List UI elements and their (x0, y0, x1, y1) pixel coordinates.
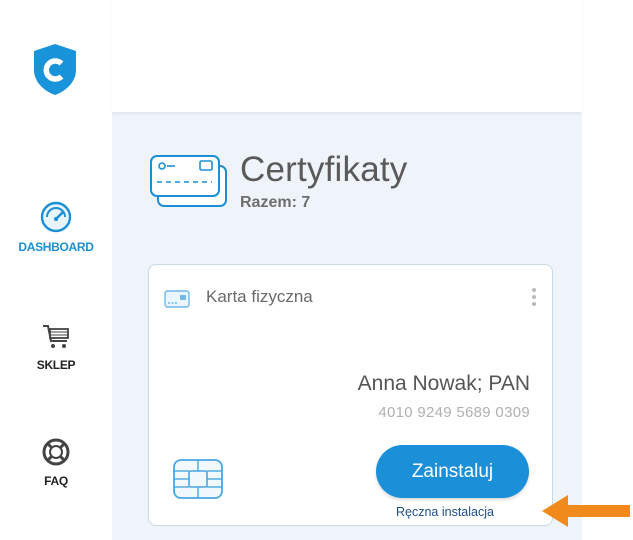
page-title: Certyfikaty (240, 150, 408, 189)
lifebuoy-icon (42, 438, 70, 466)
sidebar-item-label: SKLEP (36, 358, 76, 372)
card-icon (164, 290, 190, 308)
shopping-cart-icon (43, 325, 69, 348)
certificate-cards-icon (150, 155, 227, 207)
chip-icon (173, 459, 223, 499)
sidebar-item-label: DASHBOARD (18, 240, 94, 254)
sidebar-item-sklep[interactable]: SKLEP (0, 320, 112, 372)
card-type-label: Karta fizyczna (206, 287, 313, 306)
top-bar (112, 0, 582, 112)
arrow-left-icon (542, 495, 630, 527)
card-menu-button[interactable] (530, 288, 538, 314)
sidebar-item-label: FAQ (44, 474, 68, 488)
certificate-count: Razem: 7 (240, 194, 311, 211)
sidebar-item-dashboard[interactable]: DASHBOARD (0, 200, 112, 254)
card-number: 4010 9249 5689 0309 (378, 404, 530, 421)
install-button[interactable]: Zainstaluj (376, 445, 529, 498)
speedometer-icon (40, 201, 72, 233)
card-owner: Anna Nowak; PAN (357, 372, 530, 395)
sidebar-item-faq[interactable]: FAQ (0, 436, 112, 488)
manual-install-link[interactable]: Ręczna instalacja (396, 505, 494, 519)
shield-logo-icon[interactable] (30, 42, 80, 96)
sidebar: DASHBOARD SKLEP FAQ (0, 0, 112, 540)
